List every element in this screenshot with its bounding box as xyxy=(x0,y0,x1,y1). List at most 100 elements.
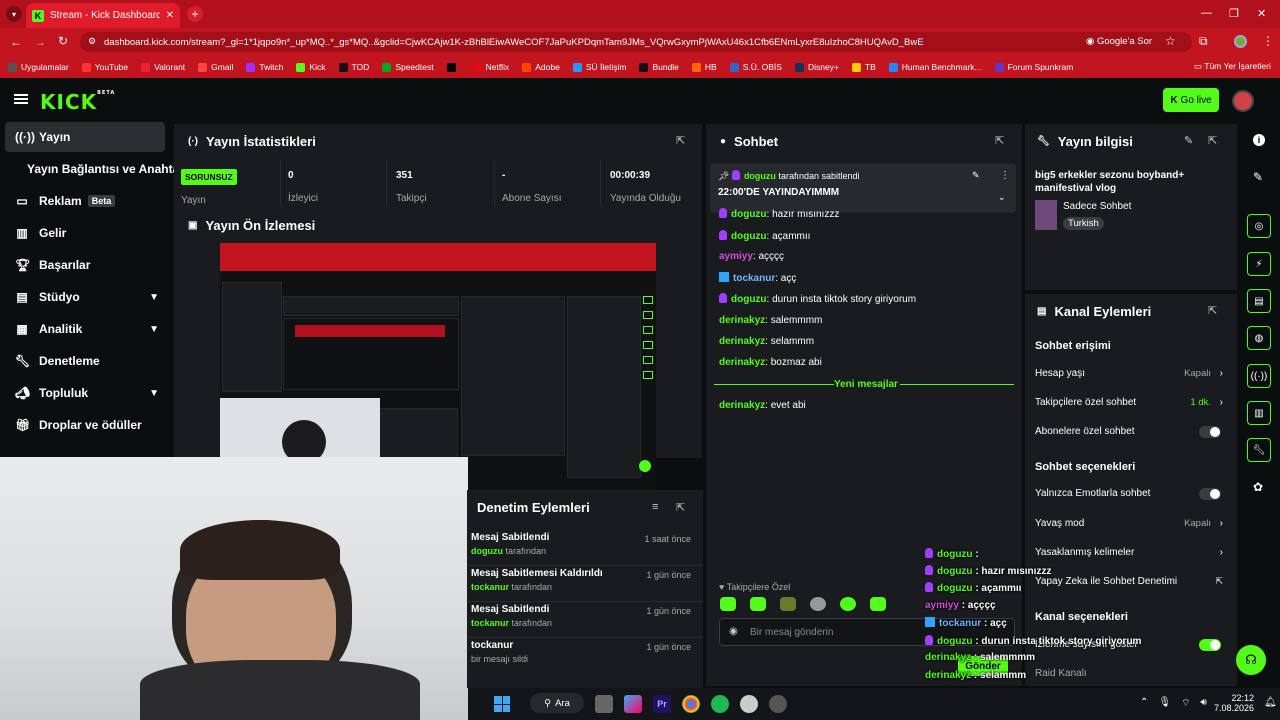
rail-settings-icon[interactable]: ✿ xyxy=(1253,480,1263,494)
bookmark-item[interactable]: Adobe xyxy=(522,62,560,72)
site-info-icon[interactable]: ⚙ xyxy=(88,36,96,47)
rail-broadcast-icon[interactable]: ((·)) xyxy=(1247,364,1271,388)
maximize-icon[interactable]: ❐ xyxy=(1229,7,1239,20)
all-bookmarks-button[interactable]: ▭ Tüm Yer İşaretleri xyxy=(1194,61,1271,72)
bookmark-item[interactable]: Disney+ xyxy=(794,62,839,72)
filter-icon[interactable]: ≡ xyxy=(652,501,658,513)
emote-icon[interactable] xyxy=(840,597,856,611)
popout-icon[interactable]: ⇱ xyxy=(676,501,685,514)
taskbar-search[interactable]: ⚲ Ara xyxy=(530,693,584,713)
minimize-icon[interactable]: — xyxy=(1201,7,1212,19)
system-tray[interactable]: ⌃ 🎙︎ ⌔ 🔊︎ xyxy=(1140,697,1207,710)
kebab-icon[interactable]: ⋮ xyxy=(1000,170,1010,181)
chat-username[interactable]: tockanur xyxy=(733,273,775,284)
sidebar-item-droplar[interactable]: 🎁︎ Droplar ve ödüller xyxy=(5,410,165,440)
sidebar-item-denetleme[interactable]: 🔧︎ Denetleme xyxy=(5,346,165,376)
rail-doc-icon[interactable]: ▤ xyxy=(1247,289,1271,313)
menu-kebab-icon[interactable]: ⋮ xyxy=(1262,34,1274,48)
forward-icon[interactable]: → xyxy=(34,35,46,49)
extensions-icon[interactable]: ⧉ xyxy=(1199,34,1208,49)
bookmark-item[interactable]: SÜ İletişim xyxy=(572,62,626,72)
premiere-icon[interactable]: Pr xyxy=(653,695,671,713)
emote-icon[interactable] xyxy=(780,597,796,611)
windows-start-icon[interactable] xyxy=(494,696,510,712)
rail-chat-icon[interactable]: ◍ xyxy=(1247,326,1271,350)
settings-icon[interactable] xyxy=(769,695,787,713)
bookmark-item[interactable]: TB xyxy=(851,62,876,72)
emote-icon[interactable] xyxy=(720,597,736,611)
bookmark-item[interactable]: S.Ü. OBİS xyxy=(729,62,782,72)
emote-only-toggle[interactable] xyxy=(1199,487,1221,500)
widgets-icon[interactable] xyxy=(624,695,642,713)
go-live-button[interactable]: K Go live xyxy=(1163,88,1219,112)
popout-icon[interactable]: ⇱ xyxy=(1208,134,1217,147)
bookmark-item[interactable]: Forum Spunkram xyxy=(994,62,1073,72)
bookmark-item[interactable]: Twitch xyxy=(246,62,283,72)
rail-target-icon[interactable]: ◎ xyxy=(1247,214,1271,238)
chat-username[interactable]: derinakyz xyxy=(719,315,765,326)
bookmark-item[interactable]: TOD xyxy=(338,62,369,72)
profile-icon[interactable] xyxy=(1234,35,1247,48)
bookmark-item[interactable]: Speedtest xyxy=(382,62,434,72)
info-icon[interactable]: i xyxy=(1253,134,1265,146)
rail-bolt-icon[interactable]: ⚡︎ xyxy=(1247,252,1271,276)
sidebar-item-basarilar[interactable]: 🏆︎ Başarılar xyxy=(5,250,165,280)
emote-icon[interactable] xyxy=(750,597,766,611)
sidebar-item-yayin[interactable]: ((·)) Yayın xyxy=(5,122,165,152)
chat-username[interactable]: doguzu xyxy=(731,209,767,220)
emote-icon[interactable] xyxy=(870,597,886,611)
rail-actions-icon[interactable]: ▥ xyxy=(1247,401,1271,425)
account-age-row[interactable]: Hesap yaşı Kapalı › xyxy=(1035,368,1225,379)
new-tab-button[interactable]: + xyxy=(187,6,203,22)
sidebar-item-reklam[interactable]: ▭ Reklam Beta xyxy=(5,186,165,216)
clock[interactable]: 22:12 7.08.2026 xyxy=(1214,693,1254,713)
bookmark-item[interactable] xyxy=(446,62,460,72)
followers-only-row[interactable]: Takipçilere özel sohbet 1 dk. › xyxy=(1035,397,1225,408)
bookmark-item[interactable]: YouTube xyxy=(81,62,128,72)
chevron-down-icon[interactable]: ⌄ xyxy=(998,192,1006,203)
moderation-row[interactable]: Mesaj Sabitlendi doguzu tarafından 1 saa… xyxy=(467,532,703,566)
url-field[interactable]: dashboard.kick.com/stream?_gl=1*1jqpo9n*… xyxy=(80,32,1192,52)
slow-mode-row[interactable]: Yavaş mod Kapalı › xyxy=(1035,518,1225,529)
hamburger-menu-icon[interactable] xyxy=(14,94,28,104)
rail-wrench-icon[interactable]: 🔧︎ xyxy=(1247,438,1271,462)
chat-username[interactable]: aymiyy xyxy=(719,251,753,262)
bookmark-item[interactable]: HB xyxy=(691,62,717,72)
pin-icon[interactable]: ✎ xyxy=(972,170,980,181)
bookmark-item[interactable]: Human Benchmark... xyxy=(888,62,982,72)
ask-google-button[interactable]: ◉ Google'a Sor xyxy=(1086,36,1152,47)
task-view-icon[interactable] xyxy=(595,695,613,713)
sidebar-item-analitik[interactable]: ▦ Analitik ▼ xyxy=(5,314,165,344)
sidebar-item-stream-key[interactable]: Yayın Bağlantısı ve Anahtarı xyxy=(5,154,187,184)
bookmark-item[interactable]: Uygulamalar xyxy=(8,62,69,72)
edit-icon[interactable]: ✎ xyxy=(1253,170,1263,184)
sidebar-item-gelir[interactable]: ▥ Gelir xyxy=(5,218,165,248)
subs-only-toggle[interactable] xyxy=(1199,425,1221,438)
popout-icon[interactable]: ⇱ xyxy=(676,134,685,147)
close-window-icon[interactable]: ✕ xyxy=(1257,7,1266,20)
sidebar-item-studyo[interactable]: ▤ Stüdyo ▼ xyxy=(5,282,165,312)
bookmark-item[interactable]: Valorant xyxy=(141,62,185,72)
sidebar-item-topluluk[interactable]: 📣︎ Topluluk ▼ xyxy=(5,378,165,408)
avatar[interactable] xyxy=(1232,90,1254,112)
raid-channel-row[interactable]: Raid Kanalı xyxy=(1035,668,1225,679)
chat-username[interactable]: doguzu xyxy=(731,294,767,305)
popout-icon[interactable]: ⇱ xyxy=(995,134,1004,147)
moderation-row[interactable]: tockanur bir mesajı sildi 1 gün önce xyxy=(471,640,697,674)
reload-icon[interactable]: ↻ xyxy=(58,34,68,48)
obs-icon[interactable] xyxy=(740,695,758,713)
browser-tab[interactable]: K Stream - Kick Dashboard ✕ xyxy=(26,3,180,28)
spotify-icon[interactable] xyxy=(711,695,729,713)
back-icon[interactable]: ← xyxy=(10,35,22,49)
chat-settings-icon[interactable]: ◉ xyxy=(729,626,738,637)
edit-icon[interactable]: ✎ xyxy=(1184,134,1193,147)
bookmark-item[interactable]: Kick xyxy=(296,62,326,72)
ai-moderation-row[interactable]: Yapay Zeka ile Sohbet Denetimi ⇱ xyxy=(1035,576,1225,587)
chat-username[interactable]: doguzu xyxy=(731,231,767,242)
bookmark-item[interactable]: Gmail xyxy=(198,62,233,72)
close-tab-icon[interactable]: ✕ xyxy=(166,10,174,21)
moderation-row[interactable]: Mesaj Sabitlemesi Kaldırıldı tockanur ta… xyxy=(467,568,703,602)
bookmark-item[interactable]: Netflix xyxy=(472,62,509,72)
bookmark-item[interactable]: Bundle xyxy=(639,62,679,72)
bookmark-star-icon[interactable]: ☆ xyxy=(1165,34,1176,48)
